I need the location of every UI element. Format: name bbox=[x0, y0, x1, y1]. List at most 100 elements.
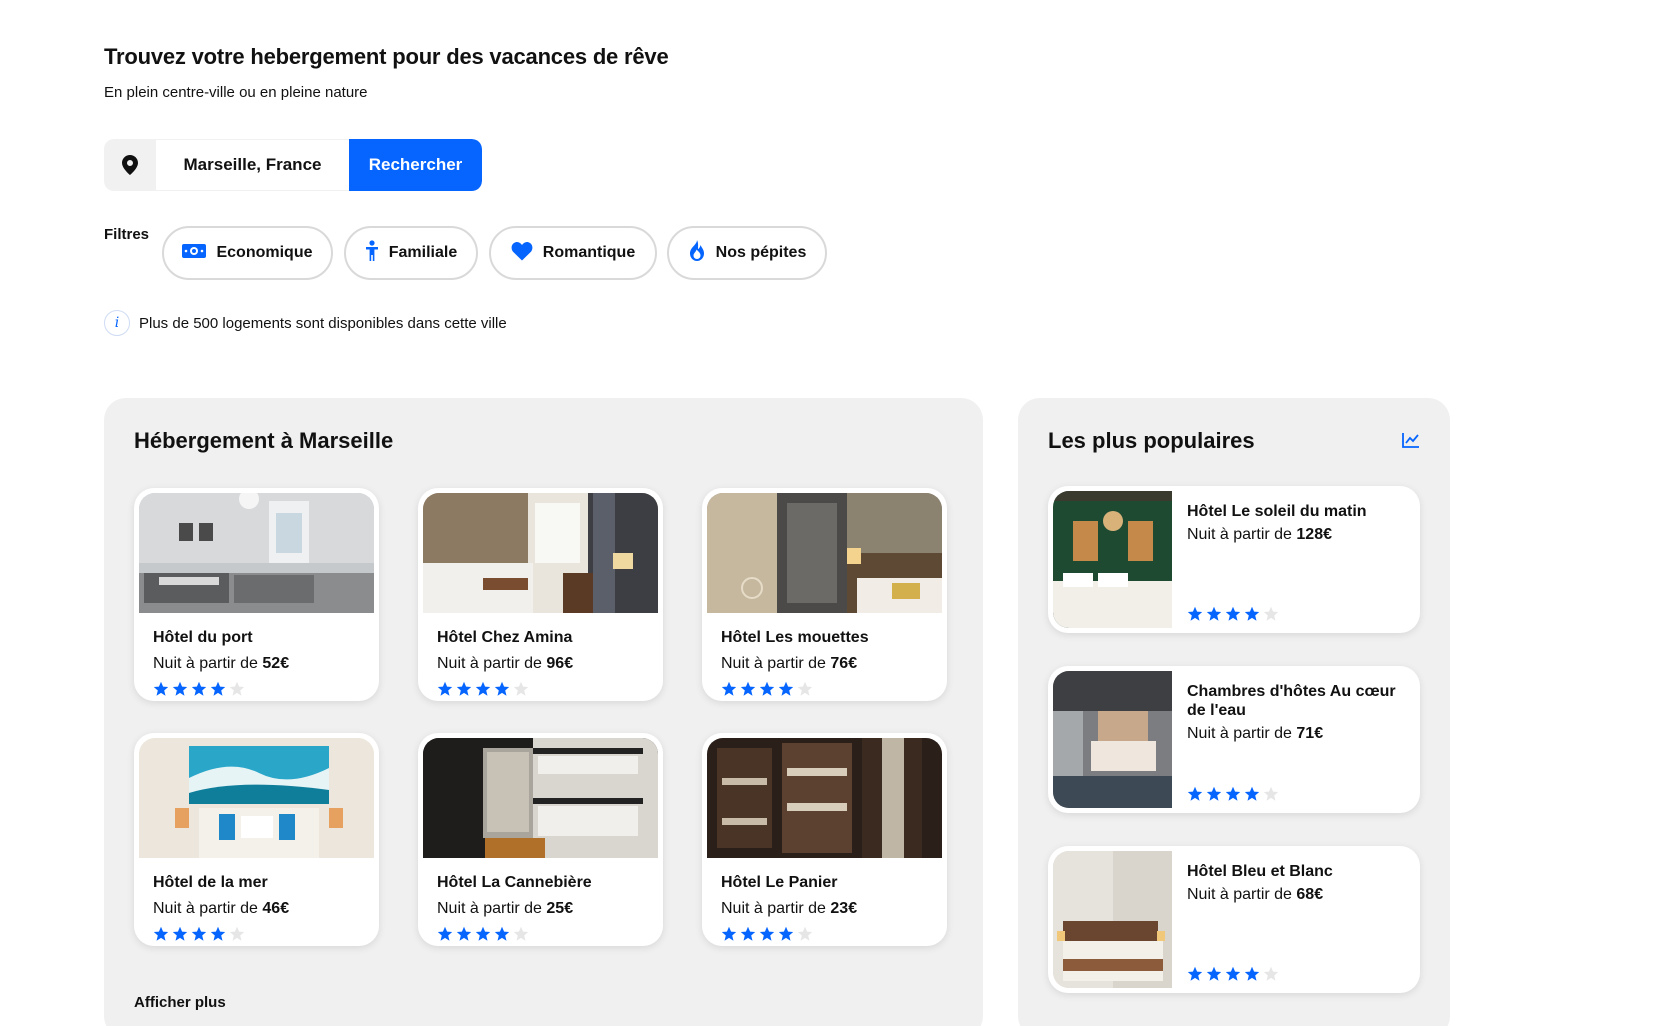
listing-title: Hébergement à Marseille bbox=[134, 428, 394, 453]
search-bar: Marseille, France Rechercher bbox=[104, 139, 482, 191]
filter-label: Economique bbox=[216, 244, 313, 261]
hotel-photo bbox=[423, 738, 658, 858]
star-rating bbox=[437, 926, 529, 942]
hotel-name: Hôtel La Cannebière bbox=[437, 874, 592, 891]
location-input[interactable]: Marseille, France bbox=[156, 139, 349, 191]
info-icon: i bbox=[104, 310, 130, 336]
popular-panel: Les plus populaires Hôtel Le soleil du m… bbox=[1018, 398, 1450, 1026]
money-icon bbox=[182, 242, 207, 265]
hotel-price: Nuit à partir de 25€ bbox=[437, 900, 574, 917]
hotel-card[interactable]: Hôtel Chez Amina Nuit à partir de 96€ bbox=[418, 488, 663, 701]
star-filled-icon bbox=[437, 926, 453, 941]
filter-pepites-button[interactable]: Nos pépites bbox=[667, 226, 827, 280]
hotel-photo bbox=[1053, 851, 1172, 988]
page-title: Trouvez votre hebergement pour des vacan… bbox=[104, 44, 669, 69]
show-more-link[interactable]: Afficher plus bbox=[134, 994, 226, 1011]
filter-label: Familiale bbox=[388, 244, 458, 261]
star-filled-icon bbox=[475, 926, 491, 941]
popular-hotel-card[interactable]: Chambres d'hôtes Au cœur de l'eau Nuit à… bbox=[1048, 666, 1420, 813]
hotel-photo bbox=[1053, 491, 1172, 628]
star-filled-icon bbox=[494, 681, 510, 696]
hotel-photo bbox=[139, 493, 374, 613]
star-filled-icon bbox=[1187, 786, 1203, 801]
popular-hotel-card[interactable]: Hôtel Le soleil du matin Nuit à partir d… bbox=[1048, 486, 1420, 633]
star-filled-icon bbox=[1244, 786, 1260, 801]
star-filled-icon bbox=[1206, 966, 1222, 981]
star-filled-icon bbox=[1225, 786, 1241, 801]
star-filled-icon bbox=[721, 681, 737, 696]
hotel-price: Nuit à partir de 76€ bbox=[721, 655, 858, 672]
star-filled-icon bbox=[191, 926, 207, 941]
star-filled-icon bbox=[172, 926, 188, 941]
star-filled-icon bbox=[191, 681, 207, 696]
hotel-photo bbox=[423, 493, 658, 613]
page-subtitle: En plein centre-ville ou en pleine natur… bbox=[104, 84, 368, 101]
hotel-photo bbox=[707, 493, 942, 613]
star-filled-icon bbox=[494, 926, 510, 941]
hotel-card[interactable]: Hôtel Les mouettes Nuit à partir de 76€ bbox=[702, 488, 947, 701]
hero: Trouvez votre hebergement pour des vacan… bbox=[104, 44, 669, 101]
filter-familiale-button[interactable]: Familiale bbox=[344, 226, 478, 280]
star-rating bbox=[1187, 966, 1279, 982]
location-pin-icon bbox=[104, 139, 156, 191]
star-filled-icon bbox=[740, 926, 756, 941]
hotel-price: Nuit à partir de 128€ bbox=[1187, 526, 1332, 543]
hotel-card[interactable]: Hôtel de la mer Nuit à partir de 46€ bbox=[134, 733, 379, 946]
info-text: Plus de 500 logements sont disponibles d… bbox=[139, 314, 507, 332]
hotel-card[interactable]: Hôtel du port Nuit à partir de 52€ bbox=[134, 488, 379, 701]
hotel-card[interactable]: Hôtel Le Panier Nuit à partir de 23€ bbox=[702, 733, 947, 946]
star-rating bbox=[1187, 606, 1279, 622]
child-icon bbox=[365, 239, 379, 267]
hotel-price: Nuit à partir de 68€ bbox=[1187, 886, 1324, 903]
heart-icon bbox=[511, 241, 533, 266]
filter-label: Romantique bbox=[542, 244, 636, 261]
star-empty-icon bbox=[1263, 786, 1279, 801]
star-filled-icon bbox=[778, 681, 794, 696]
star-empty-icon bbox=[513, 926, 529, 941]
star-rating bbox=[721, 926, 813, 942]
search-button[interactable]: Rechercher bbox=[349, 139, 482, 191]
hotel-price: Nuit à partir de 71€ bbox=[1187, 725, 1324, 742]
star-filled-icon bbox=[759, 681, 775, 696]
star-filled-icon bbox=[1225, 966, 1241, 981]
star-filled-icon bbox=[210, 926, 226, 941]
star-rating bbox=[437, 681, 529, 697]
popular-title: Les plus populaires bbox=[1048, 428, 1255, 453]
hotel-name: Hôtel Le Panier bbox=[721, 874, 838, 891]
star-rating bbox=[721, 681, 813, 697]
star-filled-icon bbox=[1225, 606, 1241, 621]
filters-label: Filtres bbox=[104, 226, 150, 243]
hotel-name: Chambres d'hôtes Au cœur de l'eau bbox=[1187, 683, 1396, 719]
star-filled-icon bbox=[456, 926, 472, 941]
star-filled-icon bbox=[778, 926, 794, 941]
hotel-price: Nuit à partir de 23€ bbox=[721, 900, 858, 917]
hotel-name: Hôtel du port bbox=[153, 629, 253, 646]
star-filled-icon bbox=[1206, 606, 1222, 621]
filter-economique-button[interactable]: Economique bbox=[162, 226, 333, 280]
hotel-name: Hôtel Les mouettes bbox=[721, 629, 869, 646]
hotel-photo bbox=[707, 738, 942, 858]
star-filled-icon bbox=[437, 681, 453, 696]
hotel-card[interactable]: Hôtel La Cannebière Nuit à partir de 25€ bbox=[418, 733, 663, 946]
star-filled-icon bbox=[740, 681, 756, 696]
star-filled-icon bbox=[210, 681, 226, 696]
star-filled-icon bbox=[153, 926, 169, 941]
star-empty-icon bbox=[1263, 606, 1279, 621]
star-filled-icon bbox=[1206, 786, 1222, 801]
hotel-price: Nuit à partir de 96€ bbox=[437, 655, 574, 672]
star-rating bbox=[1187, 786, 1279, 802]
hotel-photo bbox=[1053, 671, 1172, 808]
star-filled-icon bbox=[1244, 606, 1260, 621]
star-filled-icon bbox=[456, 681, 472, 696]
star-empty-icon bbox=[229, 926, 245, 941]
star-empty-icon bbox=[229, 681, 245, 696]
star-filled-icon bbox=[153, 681, 169, 696]
star-filled-icon bbox=[1187, 966, 1203, 981]
filter-romantique-button[interactable]: Romantique bbox=[489, 226, 657, 280]
star-filled-icon bbox=[172, 681, 188, 696]
popular-hotel-card[interactable]: Hôtel Bleu et Blanc Nuit à partir de 68€ bbox=[1048, 846, 1420, 993]
hotel-name: Hôtel Chez Amina bbox=[437, 629, 573, 646]
trend-chart-icon[interactable] bbox=[1402, 432, 1420, 453]
star-empty-icon bbox=[513, 681, 529, 696]
fire-icon bbox=[688, 239, 706, 267]
